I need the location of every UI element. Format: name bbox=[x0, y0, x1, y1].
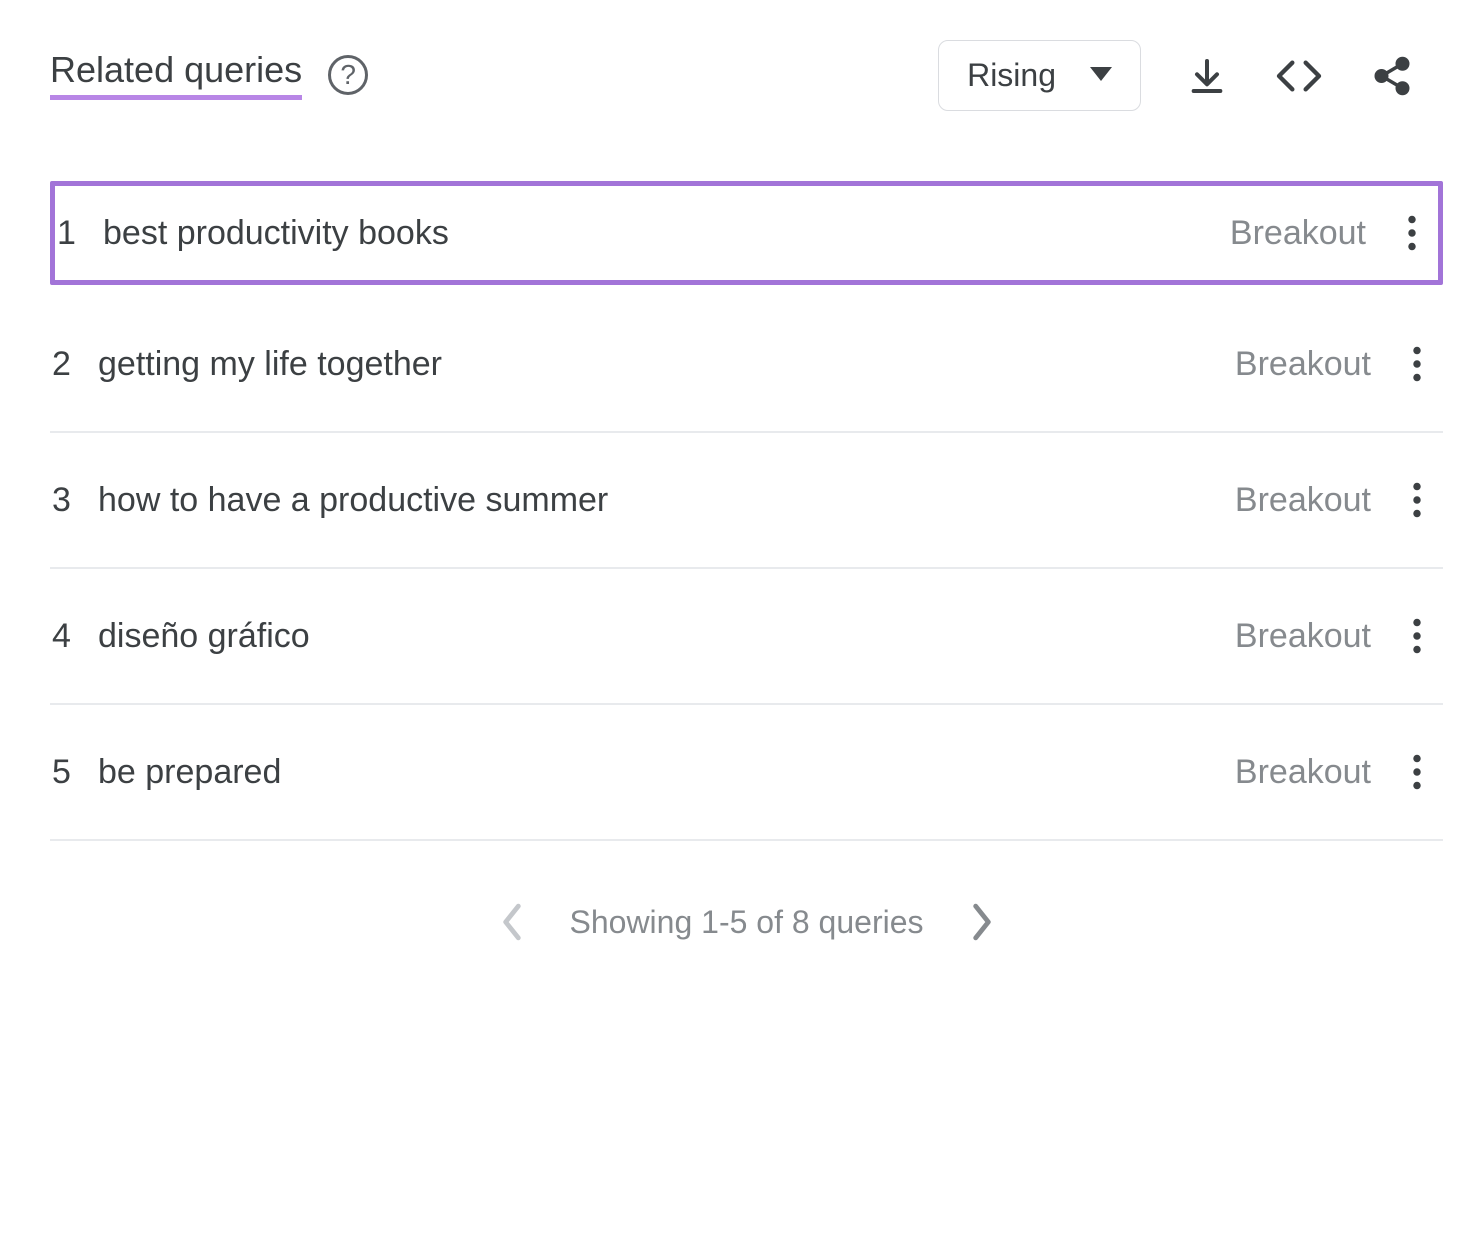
query-text: diseño gráfico bbox=[98, 617, 1235, 656]
list-item[interactable]: 4 diseño gráfico Breakout bbox=[50, 569, 1443, 705]
status-label: Breakout bbox=[1235, 481, 1371, 520]
query-list: 1 best productivity books Breakout 2 get… bbox=[50, 181, 1443, 841]
widget-header: Related queries ? Rising bbox=[50, 40, 1443, 111]
help-icon[interactable]: ? bbox=[328, 55, 368, 95]
more-vert-icon[interactable] bbox=[1399, 482, 1435, 518]
status-label: Breakout bbox=[1230, 214, 1366, 253]
status-label: Breakout bbox=[1235, 345, 1371, 384]
rank: 4 bbox=[50, 617, 98, 656]
list-item[interactable]: 5 be prepared Breakout bbox=[50, 705, 1443, 841]
title-group: Related queries ? bbox=[50, 51, 368, 100]
download-icon[interactable] bbox=[1187, 56, 1227, 96]
sort-dropdown[interactable]: Rising bbox=[938, 40, 1141, 111]
next-page-button[interactable] bbox=[970, 903, 994, 941]
widget-title: Related queries bbox=[50, 51, 302, 100]
rank: 5 bbox=[50, 753, 98, 792]
embed-icon[interactable] bbox=[1273, 56, 1325, 96]
query-text: best productivity books bbox=[103, 214, 1230, 253]
status-label: Breakout bbox=[1235, 753, 1371, 792]
more-vert-icon[interactable] bbox=[1399, 618, 1435, 654]
more-vert-icon[interactable] bbox=[1394, 215, 1430, 251]
status-label: Breakout bbox=[1235, 617, 1371, 656]
share-icon[interactable] bbox=[1371, 55, 1413, 97]
more-vert-icon[interactable] bbox=[1399, 754, 1435, 790]
pagination-footer: Showing 1-5 of 8 queries bbox=[50, 841, 1443, 941]
rank: 2 bbox=[50, 345, 98, 384]
list-item[interactable]: 3 how to have a productive summer Breako… bbox=[50, 433, 1443, 569]
query-text: getting my life together bbox=[98, 345, 1235, 384]
query-text: be prepared bbox=[98, 753, 1235, 792]
pagination-text: Showing 1-5 of 8 queries bbox=[570, 904, 924, 941]
list-item[interactable]: 1 best productivity books Breakout bbox=[50, 181, 1443, 285]
rank: 1 bbox=[55, 214, 103, 253]
query-text: how to have a productive summer bbox=[98, 481, 1235, 520]
caret-down-icon bbox=[1090, 65, 1112, 86]
list-item[interactable]: 2 getting my life together Breakout bbox=[50, 297, 1443, 433]
header-actions: Rising bbox=[938, 40, 1443, 111]
sort-dropdown-label: Rising bbox=[967, 57, 1056, 94]
more-vert-icon[interactable] bbox=[1399, 346, 1435, 382]
rank: 3 bbox=[50, 481, 98, 520]
prev-page-button[interactable] bbox=[500, 903, 524, 941]
